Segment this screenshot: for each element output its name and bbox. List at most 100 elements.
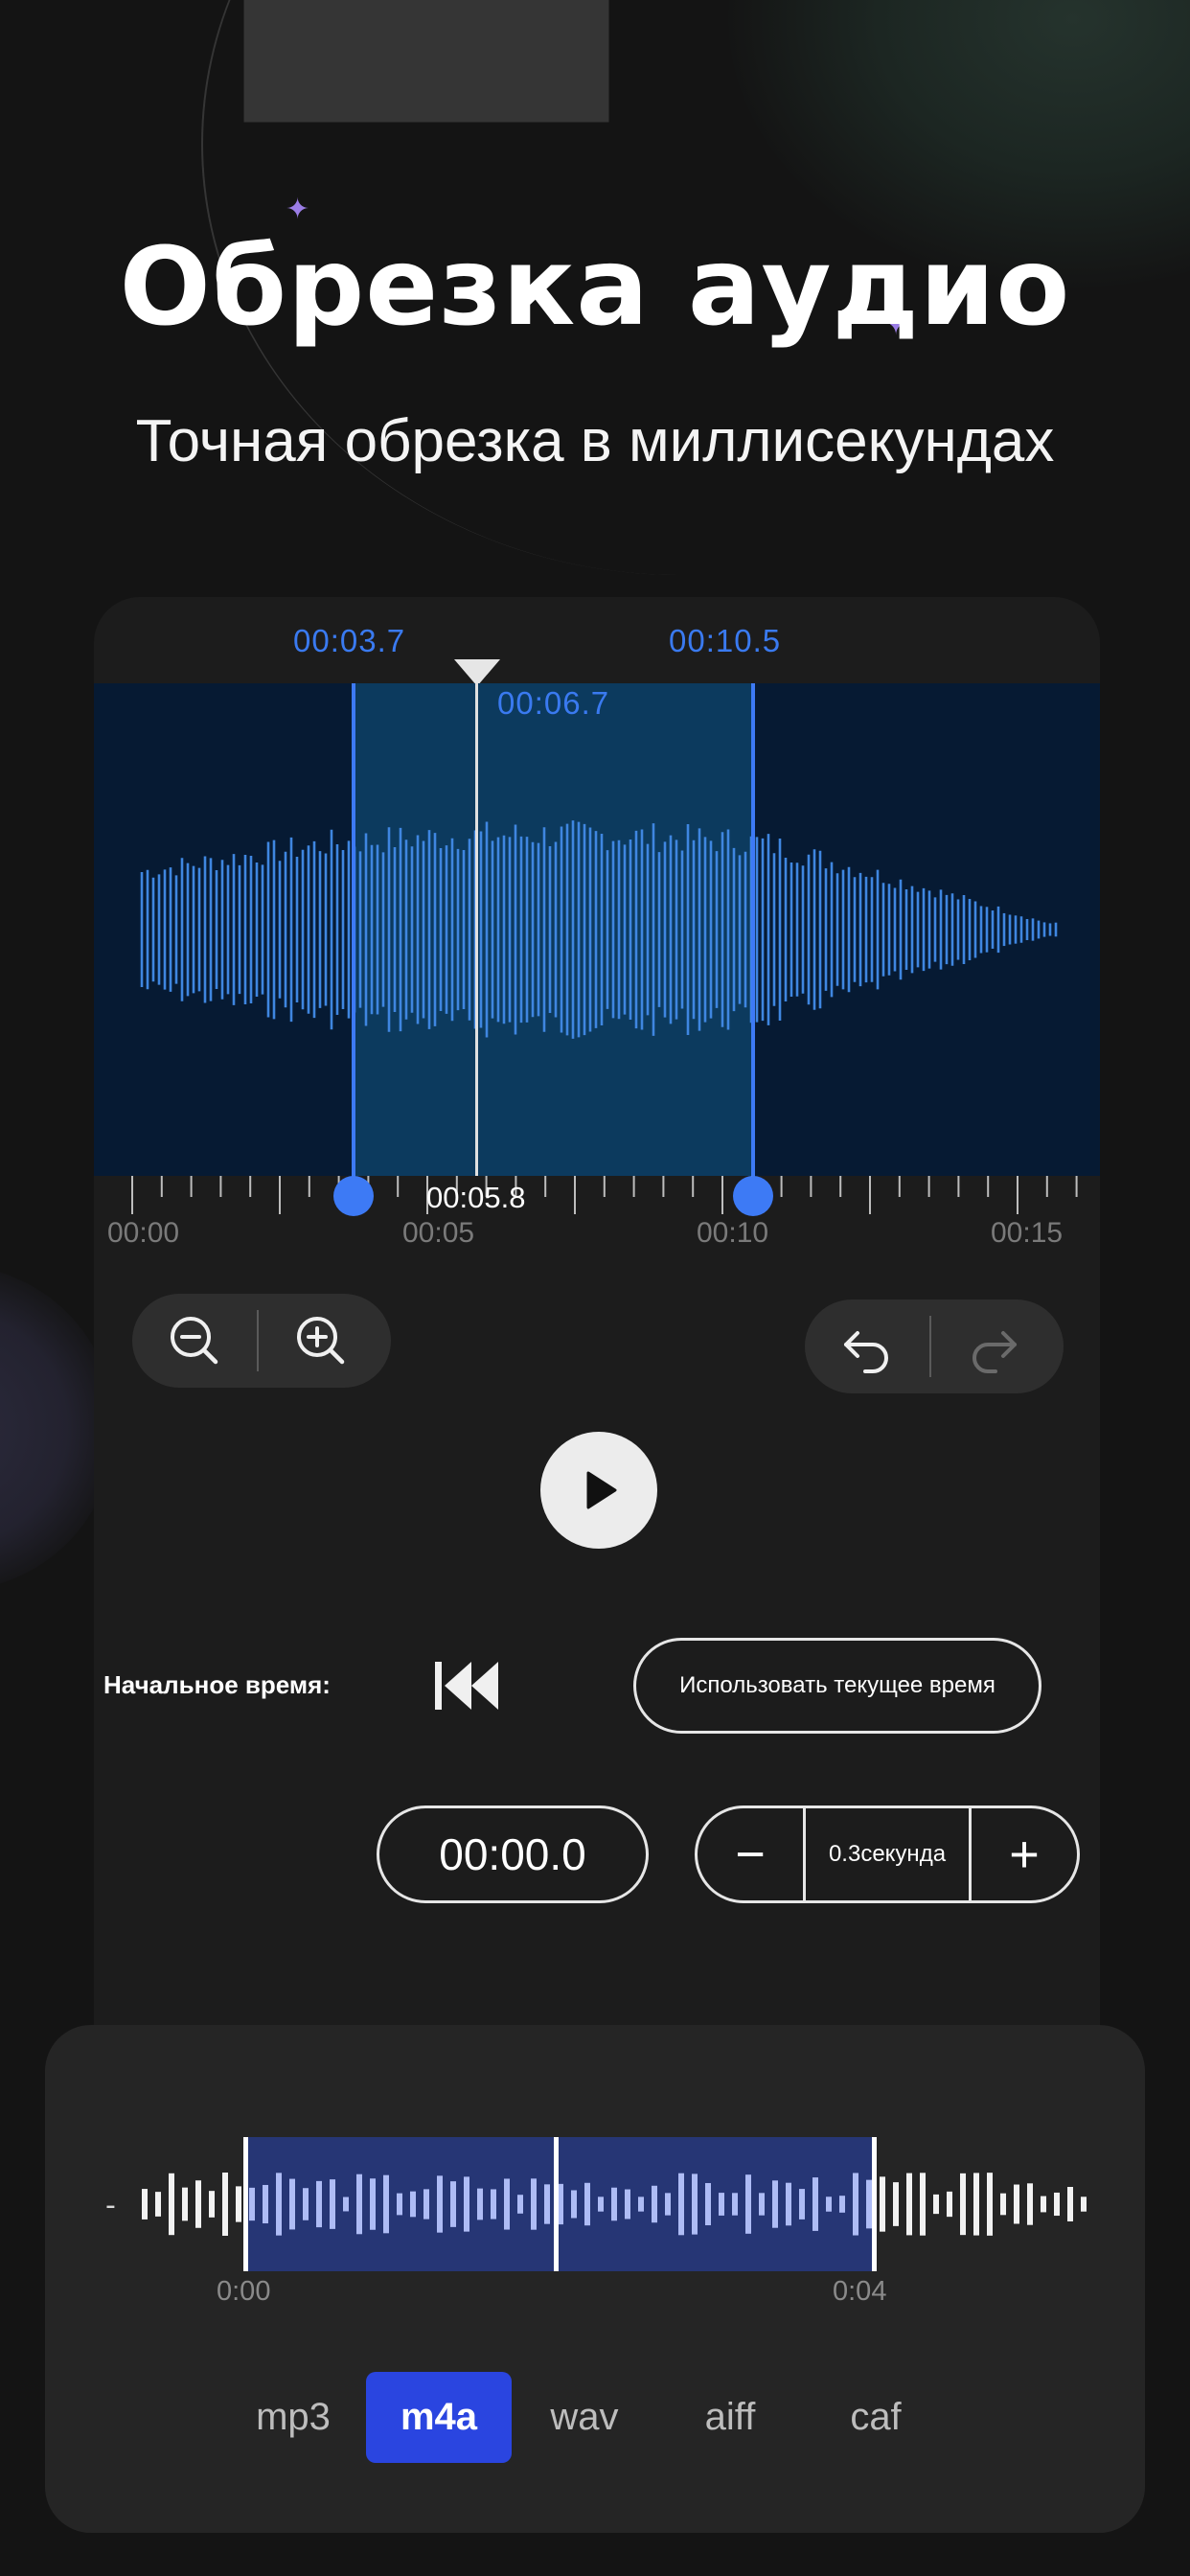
preview-bar	[745, 2174, 751, 2234]
step-decrease-button[interactable]: −	[698, 1808, 803, 1900]
start-time-label: Начальное время:	[103, 1670, 331, 1699]
preview-bar	[249, 2187, 255, 2221]
preview-bar	[155, 2192, 161, 2217]
preview-bar	[397, 2193, 402, 2216]
preview-bar	[893, 2182, 899, 2226]
preview-bar	[692, 2174, 698, 2235]
preview-bar	[289, 2178, 295, 2230]
preview-bar	[356, 2174, 362, 2235]
preview-bar	[947, 2191, 952, 2218]
preview-bar	[330, 2179, 335, 2229]
format-option-wav[interactable]: wav	[512, 2372, 657, 2463]
selection-end-handle[interactable]	[733, 1176, 773, 1216]
preview-bar	[303, 2188, 309, 2220]
playhead-line[interactable]	[475, 683, 478, 1176]
use-current-time-button[interactable]: Использовать текущее время	[633, 1638, 1041, 1734]
preview-bar	[169, 2173, 174, 2236]
preview-selection-edge[interactable]	[872, 2137, 877, 2271]
preview-bar	[517, 2195, 523, 2214]
undo-button[interactable]	[805, 1300, 929, 1393]
preview-start-label: 0:00	[217, 2276, 271, 2307]
preview-bar	[263, 2184, 268, 2224]
play-button[interactable]	[540, 1432, 657, 1549]
redo-button[interactable]	[931, 1300, 1056, 1393]
preview-bar	[1000, 2193, 1006, 2216]
selection-start-line[interactable]	[352, 683, 355, 1197]
preview-bar	[316, 2180, 322, 2228]
preview-bar	[209, 2191, 215, 2218]
preview-bar	[880, 2176, 885, 2232]
preview-bar	[544, 2184, 550, 2224]
preview-bar	[598, 2196, 604, 2212]
preview-bar	[772, 2180, 778, 2228]
zoom-in-button[interactable]	[259, 1294, 383, 1388]
preview-playhead[interactable]	[554, 2137, 559, 2271]
preview-bar	[652, 2185, 657, 2223]
preview-bar	[732, 2193, 738, 2216]
ruler-label: 00:00	[107, 1217, 180, 1249]
preview-bar	[920, 2173, 926, 2236]
timeline-ruler	[131, 1176, 1078, 1214]
ruler-label: 00:15	[991, 1217, 1064, 1249]
zoom-out-button[interactable]	[132, 1294, 257, 1388]
preview-bar	[531, 2178, 537, 2230]
ruler-label: 00:10	[697, 1217, 769, 1249]
preview-bar	[477, 2188, 483, 2220]
preview-bar	[812, 2177, 818, 2231]
preview-bar	[423, 2189, 429, 2220]
zoom-in-icon	[297, 1317, 345, 1365]
selection-end-line[interactable]	[751, 683, 755, 1197]
preview-bar	[142, 2189, 148, 2220]
preview-bar	[1067, 2186, 1073, 2222]
preview-bar	[491, 2189, 496, 2220]
preview-bar	[1054, 2192, 1060, 2217]
format-option-caf[interactable]: caf	[803, 2372, 949, 2463]
selection-start-handle[interactable]	[333, 1176, 374, 1216]
preview-bar	[584, 2182, 590, 2226]
preview-bar	[839, 2196, 845, 2213]
time-step-stepper: − 0.3секунда +	[695, 1806, 1080, 1903]
preview-bar	[343, 2196, 349, 2212]
format-option-m4a[interactable]: m4a	[366, 2372, 512, 2463]
preview-bar	[182, 2187, 188, 2221]
preview-bar	[611, 2187, 617, 2221]
preview-bar	[866, 2179, 872, 2229]
preview-bar	[786, 2182, 791, 2226]
start-time-field[interactable]: 00:00.0	[377, 1806, 649, 1903]
skip-to-start-icon	[435, 1662, 498, 1710]
preview-bar	[678, 2173, 684, 2236]
preview-bar	[195, 2180, 201, 2228]
preview-bar	[571, 2190, 577, 2219]
preview-bar	[1014, 2184, 1019, 2224]
preview-bar	[638, 2196, 644, 2212]
preview-bar	[625, 2189, 630, 2220]
sparkle-icon: ✦	[286, 193, 310, 226]
skip-to-start-button[interactable]	[433, 1656, 500, 1719]
zoom-out-icon	[171, 1317, 218, 1365]
preview-bar	[1041, 2196, 1046, 2213]
cursor-time: 00:05.8	[426, 1181, 526, 1214]
preview-waveform[interactable]	[134, 2137, 1092, 2271]
preview-bar	[236, 2186, 241, 2222]
redo-icon	[973, 1331, 1017, 1373]
playhead-marker-icon[interactable]	[454, 659, 500, 686]
preview-bar	[705, 2182, 711, 2226]
zoom-controls	[132, 1294, 391, 1388]
preview-bar	[906, 2173, 912, 2236]
step-value: 0.3секунда	[803, 1808, 972, 1900]
preview-bar	[759, 2193, 765, 2216]
preview-bar	[960, 2173, 966, 2236]
preview-bar	[665, 2193, 671, 2216]
step-increase-button[interactable]: +	[972, 1808, 1077, 1900]
format-selector: mp3 m4a wav aiff caf	[220, 2372, 949, 2463]
format-option-mp3[interactable]: mp3	[220, 2372, 366, 2463]
preview-bar	[973, 2173, 979, 2236]
preview-selection-edge[interactable]	[243, 2137, 248, 2271]
format-option-aiff[interactable]: aiff	[657, 2372, 803, 2463]
preview-bar	[410, 2191, 416, 2218]
preview-bar	[853, 2173, 858, 2236]
preview-end-label: 0:04	[833, 2276, 887, 2307]
play-icon	[586, 1471, 617, 1509]
history-controls	[805, 1300, 1064, 1393]
preview-bar	[383, 2174, 389, 2234]
